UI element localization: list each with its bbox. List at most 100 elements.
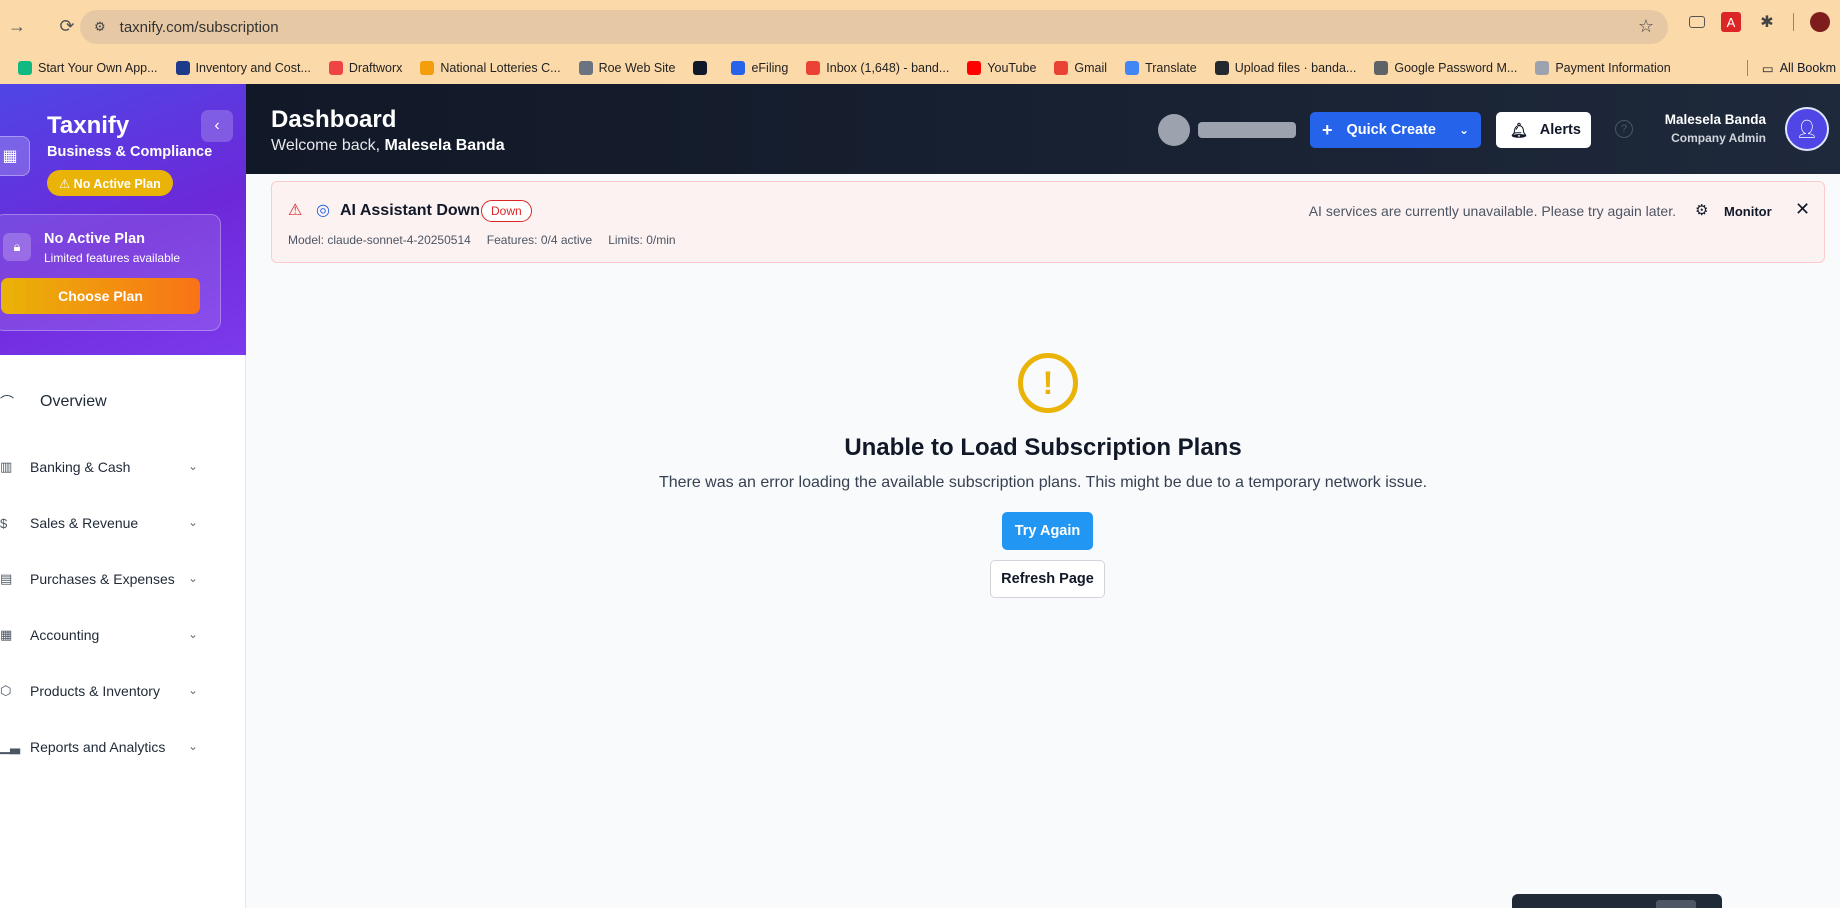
profile-avatar-icon[interactable] — [1810, 12, 1830, 32]
sidebar-brand-panel: ▦ Taxnify Business & Compliance ‹ ⚠ No A… — [0, 84, 246, 355]
sidebar-item-accounting[interactable]: ▦ Accounting ⌄ — [0, 617, 246, 653]
sidebar-item-sales[interactable]: $ Sales & Revenue ⌄ — [0, 505, 246, 541]
bookmark-favicon-icon — [578, 61, 593, 75]
refresh-page-button[interactable]: Refresh Page — [990, 560, 1105, 598]
bookmark-label: eFiling — [751, 61, 789, 75]
bookmark-favicon-icon — [1125, 61, 1140, 75]
bookmark-label: YouTube — [987, 61, 1037, 75]
bookmark-item[interactable]: Google Password M... — [1374, 61, 1517, 75]
bookmark-label: Inbox (1,648) - band... — [826, 61, 950, 75]
brand-subtitle: Business & Compliance — [47, 144, 213, 160]
toast-panel-edge — [1512, 894, 1722, 908]
sidebar-item-label: Banking & Cash — [30, 459, 131, 475]
chevron-down-icon: ⌄ — [188, 739, 199, 753]
sidebar-item-label: Accounting — [30, 627, 100, 643]
bookmark-item[interactable]: National Lotteries C... — [420, 61, 561, 75]
bookmarks-bar: Start Your Own App... Inventory and Cost.… — [0, 52, 1840, 84]
sidebar-item-reports[interactable]: ▁▃ Reports and Analytics ⌄ — [0, 729, 246, 765]
try-again-button[interactable]: Try Again — [1002, 512, 1093, 550]
extensions-area: A ✱ — [1689, 12, 1840, 32]
sidebar-item-label: Products & Inventory — [30, 683, 160, 699]
bookmark-label: Inventory and Cost... — [195, 61, 311, 75]
bar-chart-icon: ▁▃ — [0, 739, 20, 754]
welcome-text: Welcome back, Malesela Banda — [271, 137, 505, 155]
bookmark-item[interactable]: eFiling — [731, 61, 788, 75]
plan-card: 🔒︎ No Active Plan Limited features avail… — [0, 214, 221, 331]
bookmark-favicon-icon — [420, 61, 435, 75]
help-icon[interactable]: ? — [1615, 120, 1633, 138]
url-text[interactable]: taxnify.com/subscription — [120, 19, 279, 36]
pdf-extension-icon[interactable]: A — [1721, 12, 1741, 32]
sidebar-item-label: Reports and Analytics — [30, 739, 166, 755]
bank-icon: ▥ — [0, 459, 13, 474]
quick-create-button[interactable]: + Quick Create ⌄ — [1310, 112, 1481, 148]
all-bookmarks[interactable]: ▭ All Bookm — [1746, 52, 1840, 84]
sidebar-item-banking[interactable]: ▥ Banking & Cash ⌄ — [0, 449, 246, 485]
sidebar-item-label: Overview — [40, 393, 107, 410]
alerts-label: Alerts — [1539, 122, 1581, 138]
ai-status-banner: ⚠ ◎ AI Assistant Down Down Model: claude… — [271, 181, 1825, 263]
chevron-down-icon[interactable]: ⌄ — [1459, 123, 1469, 137]
browser-chrome: → ⟳ ⚙ taxnify.com/subscription ☆ A ✱ Sta… — [0, 0, 1840, 84]
user-name: Malesela Banda — [1664, 112, 1766, 127]
toast-handle — [1656, 900, 1696, 908]
ai-banner-title: AI Assistant Down — [340, 202, 480, 219]
bookmark-favicon-icon — [1535, 61, 1550, 75]
chevron-down-icon: ⌄ — [188, 515, 199, 529]
brain-icon: ◎ — [316, 202, 330, 219]
site-settings-icon[interactable]: ⚙ — [94, 19, 106, 35]
reload-icon[interactable]: ⟳ — [52, 11, 82, 41]
sidebar: ▦ Taxnify Business & Compliance ‹ ⚠ No A… — [0, 84, 246, 908]
bookmark-item[interactable]: YouTube — [967, 61, 1036, 75]
loading-skeleton-bar — [1198, 122, 1296, 138]
user-avatar-icon[interactable]: 👤︎ — [1785, 107, 1829, 151]
bookmark-item[interactable]: Start Your Own App... — [18, 61, 158, 75]
quick-create-label: Quick Create — [1346, 122, 1436, 138]
chevron-down-icon: ⌄ — [188, 627, 199, 641]
bookmark-favicon-icon — [1374, 61, 1389, 75]
bookmark-favicon-icon — [967, 61, 982, 75]
bookmark-label: National Lotteries C... — [440, 61, 561, 75]
bookmark-label: Payment Information — [1555, 61, 1671, 75]
calculator-logo-icon: ▦ — [0, 136, 30, 176]
dollar-icon: $ — [0, 515, 8, 531]
gear-icon[interactable]: ⚙ — [1695, 201, 1708, 219]
bookmark-label: Roe Web Site — [598, 61, 676, 75]
bookmark-item[interactable]: Inventory and Cost... — [175, 61, 311, 75]
bookmark-favicon-icon — [806, 61, 821, 75]
bookmark-favicon-icon — [731, 61, 746, 75]
all-bookmarks-label: All Bookm — [1779, 61, 1836, 75]
error-description: There was an error loading the available… — [658, 474, 1428, 491]
sidebar-item-overview[interactable]: ⌒ Overview — [0, 384, 246, 420]
bookmark-favicon-icon — [175, 61, 190, 75]
ai-model: Model: claude-sonnet-4-20250514 — [288, 233, 471, 247]
bookmark-item[interactable]: Payment Information — [1535, 61, 1671, 75]
bookmark-label: Google Password M... — [1394, 61, 1518, 75]
bookmark-item[interactable]: Inbox (1,648) - band... — [806, 61, 949, 75]
extensions-puzzle-icon[interactable]: ✱ — [1757, 12, 1777, 32]
bookmark-item[interactable]: Translate — [1125, 61, 1197, 75]
choose-plan-button[interactable]: Choose Plan — [1, 278, 200, 314]
forward-icon[interactable]: → — [2, 11, 32, 41]
status-badge: Down — [481, 200, 532, 222]
bookmark-item[interactable]: Gmail — [1054, 61, 1107, 75]
monitor-button[interactable]: Monitor — [1724, 204, 1772, 219]
address-bar[interactable]: ⚙ taxnify.com/subscription ☆ — [80, 10, 1668, 44]
collapse-sidebar-button[interactable]: ‹ — [201, 110, 233, 142]
bookmark-item[interactable]: Roe Web Site — [578, 61, 676, 75]
bookmark-item[interactable]: Draftworx — [328, 61, 402, 75]
alert-circle-icon: ! — [1018, 353, 1078, 413]
alerts-button[interactable]: 🔔︎ Alerts — [1496, 112, 1591, 148]
cast-icon[interactable] — [1689, 16, 1705, 28]
calculator-icon: ▦ — [0, 627, 13, 642]
brand-title: Taxnify — [47, 112, 130, 139]
ai-banner-meta: Model: claude-sonnet-4-20250514 Features… — [288, 233, 676, 247]
bookmark-item[interactable] — [693, 61, 713, 75]
lock-icon: 🔒︎ — [3, 233, 31, 261]
sidebar-item-purchases[interactable]: ▤ Purchases & Expenses ⌄ — [0, 561, 246, 597]
close-icon[interactable]: ✕ — [1795, 199, 1810, 220]
chevron-down-icon: ⌄ — [188, 459, 199, 473]
sidebar-item-products[interactable]: ⬡ Products & Inventory ⌄ — [0, 673, 246, 709]
bookmark-star-icon[interactable]: ☆ — [1638, 16, 1654, 37]
bookmark-item[interactable]: Upload files · banda... — [1214, 61, 1356, 75]
